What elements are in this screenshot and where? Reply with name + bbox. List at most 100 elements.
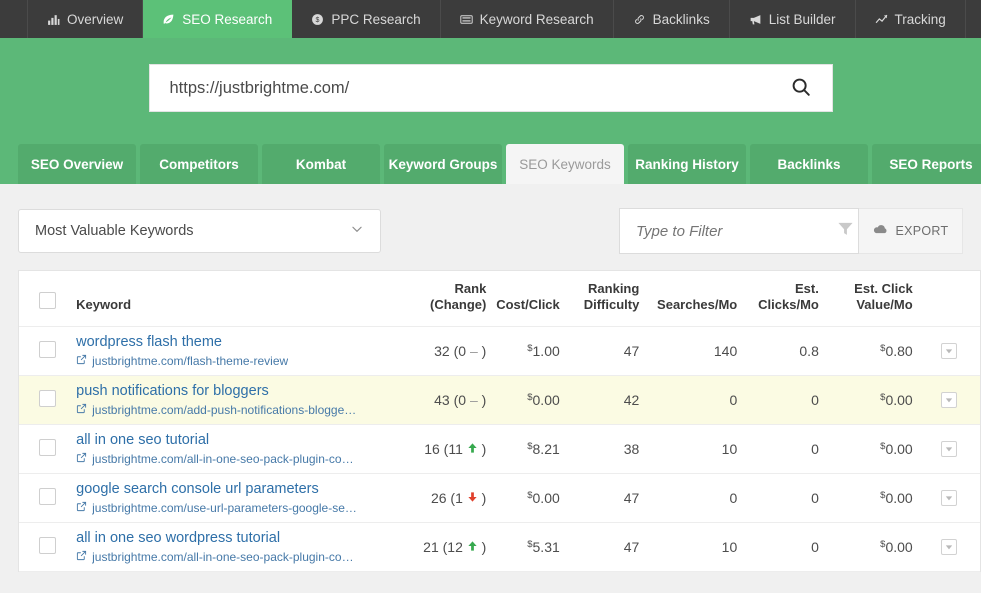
- keyword-cell: push notifications for bloggers justbrigh…: [76, 375, 413, 424]
- bar-chart-icon: [47, 13, 60, 26]
- subtab-keyword-groups[interactable]: Keyword Groups: [384, 144, 502, 184]
- expand-row-button[interactable]: [941, 539, 958, 555]
- topnav-item-tracking[interactable]: Tracking: [856, 0, 966, 38]
- expand-row-button[interactable]: [941, 490, 958, 506]
- row-select-cell: [19, 375, 76, 424]
- column-header-keyword[interactable]: Keyword: [76, 271, 413, 327]
- column-header-rank-line1: Rank: [454, 281, 487, 296]
- keyword-url-link[interactable]: justbrightme.com/all-in-one-seo-pack-plu…: [76, 452, 413, 466]
- ranking-difficulty-cell: 47: [623, 538, 640, 555]
- filter-input[interactable]: [636, 222, 837, 240]
- expand-row-button[interactable]: [941, 343, 958, 359]
- searches-per-month-cell: 0: [729, 489, 738, 506]
- keyword-url-link[interactable]: justbrightme.com/add-push-notifications-…: [76, 403, 413, 417]
- topnav-item-label: Overview: [67, 11, 124, 27]
- rank-value: 43: [434, 391, 450, 408]
- keyword-link[interactable]: google search console url parameters: [76, 480, 413, 498]
- column-header-est-click-value[interactable]: Est. Click Value/Mo: [824, 271, 919, 327]
- rank-change-value: 12: [447, 538, 463, 555]
- table-row[interactable]: push notifications for bloggers justbrigh…: [19, 375, 980, 424]
- column-header-rank[interactable]: Rank (Change): [412, 271, 493, 327]
- column-header-searches[interactable]: Searches/Mo: [645, 271, 744, 327]
- table-row[interactable]: all in one seo tutorial justbrightme.com/…: [19, 424, 980, 473]
- row-checkbox[interactable]: [39, 340, 57, 358]
- keyword-link[interactable]: push notifications for bloggers: [76, 382, 413, 400]
- keyboard-icon: [459, 13, 473, 26]
- est-click-value-cell: $0.00: [825, 424, 919, 473]
- subtab-kombat[interactable]: Kombat: [262, 144, 380, 184]
- search-button[interactable]: [788, 76, 814, 101]
- column-header-ranking-difficulty[interactable]: Ranking Difficulty: [565, 271, 646, 327]
- row-checkbox[interactable]: [39, 389, 57, 407]
- topnav-item-list-builder[interactable]: List Builder: [730, 0, 856, 38]
- ranking-difficulty-cell: 47: [623, 342, 640, 359]
- keyword-link[interactable]: all in one seo wordpress tutorial: [76, 529, 413, 547]
- row-select-cell: [19, 326, 76, 375]
- topnav-item-reports[interactable]: Reports: [966, 0, 981, 38]
- table-row[interactable]: google search console url parameters just…: [19, 473, 980, 522]
- subtab-seo-reports[interactable]: SEO Reports: [872, 144, 981, 184]
- est-clicks-cell: 0: [811, 489, 819, 506]
- est-click-value: 0.00: [885, 391, 913, 408]
- est-click-value-cell: $0.00: [825, 473, 919, 522]
- top-navigation: Overview SEO Research $ PPC Research Keyword…: [0, 0, 981, 38]
- table-row[interactable]: wordpress flash theme justbrightme.com/fl…: [19, 326, 980, 375]
- select-all-checkbox[interactable]: [39, 292, 57, 310]
- export-button[interactable]: EXPORT: [859, 208, 963, 254]
- row-select-cell: [19, 522, 76, 571]
- subtab-competitors[interactable]: Competitors: [140, 144, 258, 184]
- searches-per-month-cell: 10: [721, 440, 738, 457]
- topnav-item-ppc-research[interactable]: $ PPC Research: [292, 0, 441, 38]
- ranking-difficulty-cell: 47: [623, 489, 640, 506]
- line-chart-icon: [875, 13, 888, 26]
- row-checkbox[interactable]: [39, 438, 57, 456]
- est-clicks-cell: 0.8: [799, 342, 819, 359]
- table-row[interactable]: all in one seo wordpress tutorial justbri…: [19, 522, 980, 571]
- keyword-view-select[interactable]: Most Valuable Keywords: [18, 209, 381, 253]
- link-icon: [633, 13, 646, 26]
- keyword-url-link[interactable]: justbrightme.com/flash-theme-review: [76, 354, 413, 368]
- subtab-seo-overview[interactable]: SEO Overview: [18, 144, 136, 184]
- row-checkbox[interactable]: [39, 487, 57, 505]
- rank-value: 16: [424, 440, 440, 457]
- keyword-cell: all in one seo tutorial justbrightme.com/…: [76, 424, 413, 473]
- subtab-backlinks[interactable]: Backlinks: [750, 144, 868, 184]
- rank-change-value: 0: [458, 391, 467, 408]
- external-link-icon: [76, 452, 87, 466]
- row-expand-cell: [919, 326, 980, 375]
- column-header-difficulty-line2: Difficulty: [583, 297, 640, 313]
- topnav-item-keyword-research[interactable]: Keyword Research: [441, 0, 614, 38]
- rank-cell: 43 (0 – ): [434, 391, 487, 408]
- row-checkbox[interactable]: [39, 536, 57, 554]
- keyword-url-text: justbrightme.com/all-in-one-seo-pack-plu…: [92, 549, 354, 564]
- keyword-cell: wordpress flash theme justbrightme.com/fl…: [76, 326, 413, 375]
- keywords-table-body: wordpress flash theme justbrightme.com/fl…: [19, 326, 980, 571]
- keyword-url-link[interactable]: justbrightme.com/all-in-one-seo-pack-plu…: [76, 550, 413, 564]
- expand-row-button[interactable]: [941, 392, 958, 408]
- keyword-link[interactable]: all in one seo tutorial: [76, 431, 413, 449]
- keyword-link[interactable]: wordpress flash theme: [76, 333, 413, 351]
- domain-search-input[interactable]: [169, 78, 788, 98]
- keywords-table-card: Keyword Rank (Change) Cost/Click Ranking…: [18, 270, 981, 572]
- leaf-icon: [162, 13, 175, 26]
- domain-search-bar[interactable]: [148, 64, 833, 112]
- topnav-item-backlinks[interactable]: Backlinks: [614, 0, 730, 38]
- column-header-est-clicks[interactable]: Est. Clicks/Mo: [743, 271, 825, 327]
- keyword-url-link[interactable]: justbrightme.com/use-url-parameters-goog…: [76, 501, 413, 515]
- rank-value: 26: [430, 489, 447, 506]
- rank-cell: 26 (1 ): [430, 489, 487, 506]
- rank-nochange-icon: –: [469, 391, 478, 408]
- filter-box[interactable]: [619, 208, 859, 254]
- subtab-ranking-history[interactable]: Ranking History: [628, 144, 746, 184]
- row-expand-cell: [919, 522, 980, 571]
- rank-nochange-icon: –: [469, 342, 478, 359]
- expand-row-button[interactable]: [941, 441, 958, 457]
- est-click-value-cell: $0.00: [825, 375, 919, 424]
- subtab-seo-keywords[interactable]: SEO Keywords: [506, 144, 624, 184]
- controls-right-group: EXPORT: [619, 208, 963, 254]
- topnav-item-seo-research[interactable]: SEO Research: [143, 0, 293, 38]
- topnav-item-overview[interactable]: Overview: [27, 0, 144, 38]
- external-link-icon: [76, 403, 87, 417]
- column-header-cost-click[interactable]: Cost/Click: [492, 271, 566, 327]
- rank-cell: 21 (12 ): [423, 538, 487, 555]
